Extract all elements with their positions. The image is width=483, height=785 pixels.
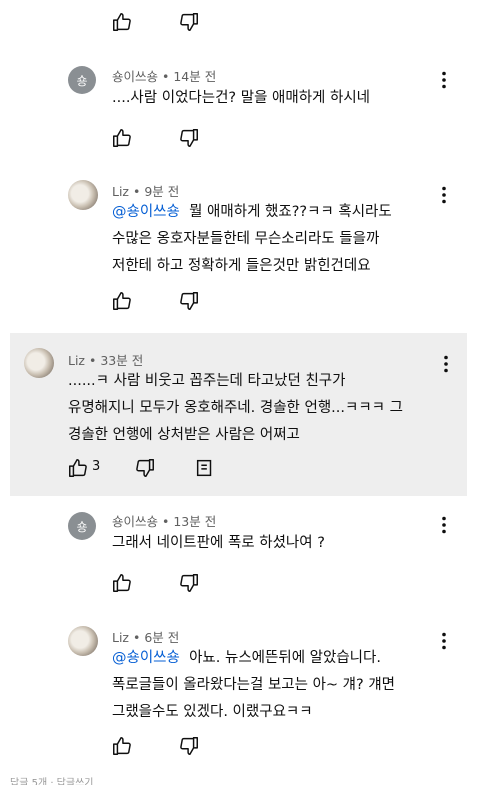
comment-meta: Liz • 33분 전 xyxy=(68,353,144,368)
more-actions-icon[interactable] xyxy=(441,632,447,650)
reply-icon[interactable] xyxy=(194,457,216,479)
author-name[interactable]: Liz xyxy=(112,184,129,199)
comment-meta: Liz • 6분 전 xyxy=(112,630,180,645)
dislike-button[interactable] xyxy=(178,11,200,33)
timestamp[interactable]: 9분 전 xyxy=(144,184,179,199)
comment-text: @숑이쓰숑 아뇨. 뉴스에뜬뒤에 알았습니다. 폭로글들이 올라왔다는걸 보고는… xyxy=(112,650,396,720)
author-name[interactable]: 숑이쓰숑 xyxy=(112,69,158,84)
more-actions-icon[interactable] xyxy=(441,516,447,534)
mention-link[interactable]: @숑이쓰숑 xyxy=(112,204,180,220)
like-button[interactable] xyxy=(111,127,133,149)
comment-text: ......ㅋ 사람 비웃고 꼽주는데 타고났던 친구가 유명해지니 모두가 옹… xyxy=(68,373,403,443)
timestamp[interactable]: 6분 전 xyxy=(144,630,179,645)
dislike-button[interactable] xyxy=(178,572,200,594)
more-actions-icon[interactable] xyxy=(441,71,447,89)
more-actions-icon[interactable] xyxy=(443,355,449,373)
avatar[interactable]: 숑 xyxy=(68,512,96,540)
comment-text: 그래서 네이트판에 폭로 하셨나여 ? xyxy=(112,535,325,551)
like-button[interactable] xyxy=(111,11,133,33)
mention-link[interactable]: @숑이쓰숑 xyxy=(112,650,180,666)
like-button[interactable] xyxy=(111,735,133,757)
dislike-button[interactable] xyxy=(178,127,200,149)
reply-footer[interactable]: 답글 5개 · 답글쓰기 xyxy=(10,774,93,785)
comment-meta: 숑이쓰숑 • 13분 전 xyxy=(112,514,217,529)
timestamp[interactable]: 14분 전 xyxy=(173,69,216,84)
like-count: 3 xyxy=(92,459,101,474)
comment-meta: Liz • 9분 전 xyxy=(112,184,180,199)
avatar[interactable] xyxy=(24,348,54,378)
avatar[interactable]: 숑 xyxy=(68,66,96,94)
timestamp[interactable]: 13분 전 xyxy=(173,514,216,529)
author-name[interactable]: 숑이쓰숑 xyxy=(112,514,158,529)
more-actions-icon[interactable] xyxy=(441,186,447,204)
like-button[interactable] xyxy=(67,457,89,479)
dislike-button[interactable] xyxy=(178,290,200,312)
author-name[interactable]: Liz xyxy=(68,353,85,368)
author-name[interactable]: Liz xyxy=(112,630,129,645)
avatar[interactable] xyxy=(68,180,98,210)
comment-text: ....사람 이었다는건? 말을 애매하게 하시네 xyxy=(112,90,371,106)
comment-text: @숑이쓰숑 뭘 애매하게 했죠??ㅋㅋ 혹시라도 수많은 옹호자분들한테 무슨소… xyxy=(112,204,392,274)
dislike-button[interactable] xyxy=(134,457,156,479)
like-button[interactable] xyxy=(111,290,133,312)
dislike-button[interactable] xyxy=(178,735,200,757)
timestamp[interactable]: 33분 전 xyxy=(100,353,143,368)
like-button[interactable] xyxy=(111,572,133,594)
avatar[interactable] xyxy=(68,626,98,656)
comment-meta: 숑이쓰숑 • 14분 전 xyxy=(112,69,217,84)
